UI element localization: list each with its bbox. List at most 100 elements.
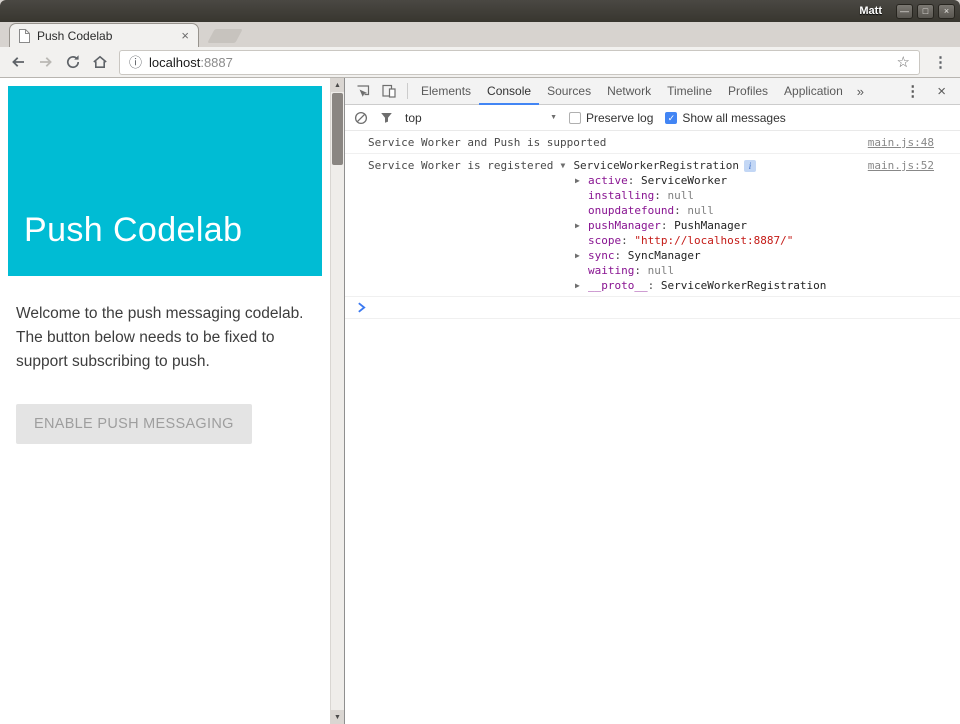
expand-arrow-icon[interactable]: ▶ <box>575 248 588 263</box>
page-title: Push Codelab <box>24 211 242 250</box>
more-tabs-icon[interactable]: » <box>851 84 870 99</box>
console-toolbar: top ▼ Preserve log ✓ Show all messages <box>345 105 960 131</box>
checkbox-checked-icon[interactable]: ✓ <box>665 112 677 124</box>
forward-icon[interactable] <box>37 53 55 71</box>
checkbox-unchecked-icon[interactable] <box>569 112 581 124</box>
tab-application[interactable]: Application <box>776 78 851 105</box>
property-name: __proto__ <box>588 279 648 292</box>
tab-timeline[interactable]: Timeline <box>659 78 720 105</box>
property-value: SyncManager <box>628 249 701 262</box>
scroll-up-icon[interactable]: ▲ <box>331 78 344 92</box>
enable-push-button[interactable]: ENABLE PUSH MESSAGING <box>16 404 252 444</box>
tab-console[interactable]: Console <box>479 78 539 105</box>
clear-console-icon[interactable] <box>354 111 368 125</box>
filter-icon[interactable] <box>380 111 393 124</box>
tab-sources[interactable]: Sources <box>539 78 599 105</box>
preserve-log-checkbox[interactable]: Preserve log <box>569 111 653 125</box>
bookmark-star-icon[interactable]: ☆ <box>897 55 910 70</box>
object-property-row[interactable]: ▶active: ServiceWorker <box>575 173 858 188</box>
url-bar[interactable]: ⓘ localhost:8887 ☆ <box>119 50 920 75</box>
tab-elements[interactable]: Elements <box>413 78 479 105</box>
browser-window: Matt — □ × Push Codelab × ⓘ local <box>0 0 960 724</box>
property-value: "http://localhost:8887/" <box>634 234 793 247</box>
object-property-row[interactable]: waiting: null <box>575 263 858 278</box>
page-scrollbar[interactable]: ▲ ▼ <box>330 78 344 724</box>
show-all-messages-label: Show all messages <box>682 111 785 125</box>
object-property-row[interactable]: onupdatefound: null <box>575 203 858 218</box>
new-tab-button[interactable] <box>207 29 242 43</box>
scroll-down-icon[interactable]: ▼ <box>331 710 344 724</box>
context-value: top <box>405 111 422 125</box>
property-name: active <box>588 174 628 187</box>
tab-close-icon[interactable]: × <box>179 29 191 42</box>
window-maximize-button[interactable]: □ <box>917 4 934 19</box>
console-message-text: Service Worker and Push is supported <box>368 135 858 150</box>
execution-context-select[interactable]: top ▼ <box>405 111 557 125</box>
property-value: null <box>648 264 675 277</box>
window-close-button[interactable]: × <box>938 4 955 19</box>
object-property-row[interactable]: ▶sync: SyncManager <box>575 248 858 263</box>
tab-strip: Push Codelab × <box>0 22 960 47</box>
object-info-icon[interactable]: i <box>744 160 756 172</box>
os-titlebar: Matt — □ × <box>0 0 960 22</box>
devtools-panel: Elements Console Sources Network Timelin… <box>344 78 960 724</box>
browser-toolbar: ⓘ localhost:8887 ☆ ⋮ <box>0 47 960 78</box>
web-page: Push Codelab Welcome to the push messagi… <box>0 78 344 724</box>
reload-icon[interactable] <box>65 54 81 70</box>
show-all-messages-checkbox[interactable]: ✓ Show all messages <box>665 111 785 125</box>
expand-arrow-icon[interactable]: ▶ <box>575 218 588 233</box>
browser-tab[interactable]: Push Codelab × <box>9 23 199 47</box>
console-message-row: Service Worker and Push is supported mai… <box>345 131 960 154</box>
intro-text: Welcome to the push messaging codelab. T… <box>16 302 318 374</box>
property-value: ServiceWorker <box>641 174 727 187</box>
property-name: installing <box>588 189 654 202</box>
inspect-element-icon[interactable] <box>350 83 376 99</box>
device-toolbar-icon[interactable] <box>376 83 402 99</box>
dropdown-arrow-icon: ▼ <box>550 114 557 121</box>
tab-network[interactable]: Network <box>599 78 659 105</box>
object-property-row[interactable]: scope: "http://localhost:8887/" <box>575 233 858 248</box>
console-log[interactable]: Service Worker and Push is supported mai… <box>345 131 960 724</box>
property-name: scope <box>588 234 621 247</box>
console-prompt[interactable] <box>345 297 960 319</box>
property-name: waiting <box>588 264 634 277</box>
object-property-row[interactable]: ▶__proto__: ServiceWorkerRegistration <box>575 278 858 293</box>
browser-menu-icon[interactable]: ⋮ <box>930 53 951 71</box>
url-text: localhost:8887 <box>149 55 233 70</box>
expand-arrow-icon[interactable]: ▶ <box>575 278 588 293</box>
console-prompt-icon <box>357 302 366 313</box>
property-value: null <box>667 189 694 202</box>
source-link[interactable]: main.js:52 <box>868 158 934 173</box>
expand-arrow-icon[interactable]: ▶ <box>575 173 588 188</box>
preserve-log-label: Preserve log <box>586 111 653 125</box>
page-favicon <box>17 28 31 44</box>
source-link[interactable]: main.js:48 <box>868 135 934 150</box>
home-icon[interactable] <box>91 53 109 71</box>
session-user-label[interactable]: Matt <box>859 5 882 17</box>
devtools-tabbar: Elements Console Sources Network Timelin… <box>345 78 960 105</box>
property-value: PushManager <box>674 219 747 232</box>
scrollbar-thumb[interactable] <box>332 93 343 165</box>
url-port: :8887 <box>200 55 233 70</box>
window-minimize-button[interactable]: — <box>896 4 913 19</box>
object-property-row[interactable]: installing: null <box>575 188 858 203</box>
property-name: onupdatefound <box>588 204 674 217</box>
page-info-icon[interactable]: ⓘ <box>129 56 142 69</box>
console-object-preview: Service Worker is registered ▼ServiceWork… <box>368 158 858 173</box>
console-message-row: Service Worker is registered▼ServiceWork… <box>345 154 960 297</box>
property-value: null <box>687 204 714 217</box>
tab-profiles[interactable]: Profiles <box>720 78 776 105</box>
page-hero: Push Codelab <box>8 86 322 276</box>
back-icon[interactable] <box>9 53 27 71</box>
url-host: localhost <box>149 55 200 70</box>
console-message-text: Service Worker is registered <box>368 159 553 172</box>
devtools-close-icon[interactable]: × <box>928 83 955 100</box>
object-property-row[interactable]: ▶pushManager: PushManager <box>575 218 858 233</box>
tab-title: Push Codelab <box>37 29 173 43</box>
object-class-name[interactable]: ServiceWorkerRegistration <box>573 159 739 172</box>
toolbar-divider <box>407 83 408 99</box>
collapse-arrow-icon[interactable]: ▼ <box>560 158 573 173</box>
property-value: ServiceWorkerRegistration <box>661 279 827 292</box>
devtools-menu-icon[interactable]: ⋮ <box>897 82 928 100</box>
property-name: pushManager <box>588 219 661 232</box>
